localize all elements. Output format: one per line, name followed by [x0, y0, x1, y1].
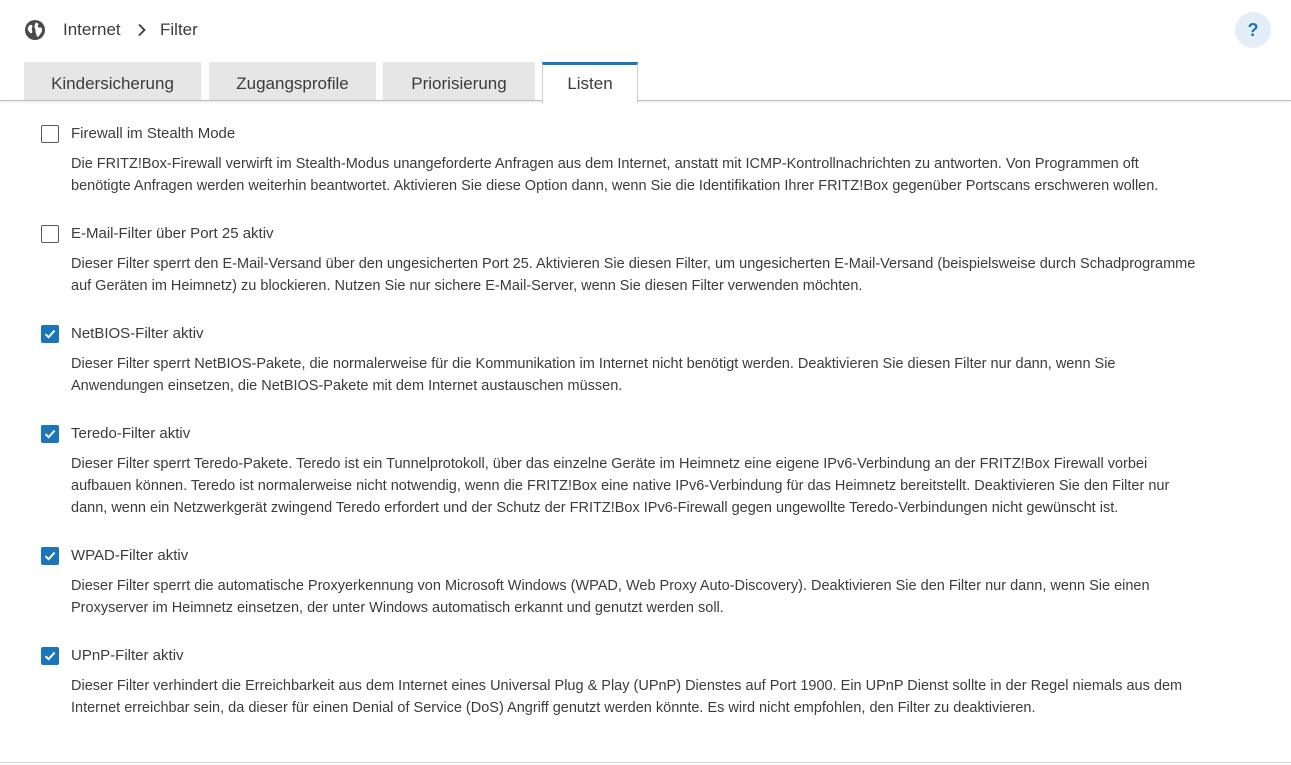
stealth-mode-description: Die FRITZ!Box-Firewall verwirft im Steal… — [71, 153, 1271, 197]
description-line: Internet erreichbar sein, da dieser für … — [71, 700, 1036, 716]
checkmark-icon — [44, 329, 56, 339]
description-line: aufbauen können. Teredo ist normalerweis… — [71, 478, 1170, 494]
upnp-filter-label[interactable]: UPnP-Filter aktiv — [71, 646, 184, 666]
breadcrumb-filter: Filter — [160, 20, 198, 39]
netbios-filter-label[interactable]: NetBIOS-Filter aktiv — [71, 324, 204, 344]
email-filter-description: Dieser Filter sperrt den E-Mail-Versand … — [71, 253, 1271, 297]
description-line: Dieser Filter sperrt den E-Mail-Versand … — [71, 256, 1196, 272]
tab-listen[interactable]: Listen — [542, 62, 638, 103]
description-line: benötigte Anfragen werden weiterhin bean… — [71, 178, 1159, 194]
teredo-filter-checkbox[interactable] — [41, 425, 59, 443]
description-line: auf Geräten im Heimnetz) zu blockieren. … — [71, 278, 863, 294]
breadcrumb-internet[interactable]: Internet — [63, 19, 121, 41]
wpad-filter-description: Dieser Filter sperrt die automatische Pr… — [71, 575, 1271, 619]
netbios-filter-description: Dieser Filter sperrt NetBIOS-Pakete, die… — [71, 353, 1271, 397]
description-line: Dieser Filter sperrt NetBIOS-Pakete, die… — [71, 356, 1116, 372]
tab-bar: Kindersicherung Zugangsprofile Priorisie… — [0, 62, 1291, 103]
checkmark-icon — [44, 429, 56, 439]
tab-divider — [0, 100, 1291, 101]
description-line: Dieser Filter sperrt die automatische Pr… — [71, 578, 1150, 594]
checkmark-icon — [44, 651, 56, 661]
checkmark-icon — [44, 551, 56, 561]
wpad-filter-label[interactable]: WPAD-Filter aktiv — [71, 546, 188, 566]
tab-kindersicherung[interactable]: Kindersicherung — [24, 62, 201, 101]
teredo-filter-description: Dieser Filter sperrt Teredo-Pakete. Tere… — [71, 453, 1271, 519]
description-line: Anwendungen einsetzen, die NetBIOS-Paket… — [71, 378, 623, 394]
tab-priorisierung[interactable]: Priorisierung — [383, 62, 535, 101]
footer-divider — [0, 762, 1291, 763]
stealth-mode-checkbox[interactable] — [41, 125, 59, 143]
email-filter-label[interactable]: E-Mail-Filter über Port 25 aktiv — [71, 224, 274, 244]
upnp-filter-checkbox[interactable] — [41, 647, 59, 665]
help-button[interactable]: ? — [1235, 12, 1271, 48]
teredo-filter-label[interactable]: Teredo-Filter aktiv — [71, 424, 190, 444]
description-line: Proxyserver im Heimnetz einsetzen, der u… — [71, 600, 724, 616]
wpad-filter-checkbox[interactable] — [41, 547, 59, 565]
header: Internet Filter ? — [0, 0, 1291, 60]
stealth-mode-label[interactable]: Firewall im Stealth Mode — [71, 124, 235, 144]
description-line: Dieser Filter sperrt Teredo-Pakete. Tere… — [71, 456, 1148, 472]
chevron-right-icon — [137, 23, 147, 37]
globe-icon — [24, 19, 46, 41]
tab-zugangsprofile[interactable]: Zugangsprofile — [209, 62, 376, 101]
description-line: Dieser Filter verhindert die Erreichbark… — [71, 678, 1183, 694]
description-line: dann, wenn ein Netzwerkgerät zwingend Te… — [71, 500, 1119, 516]
email-filter-checkbox[interactable] — [41, 225, 59, 243]
netbios-filter-checkbox[interactable] — [41, 325, 59, 343]
upnp-filter-description: Dieser Filter verhindert die Erreichbark… — [71, 675, 1271, 719]
description-line: Die FRITZ!Box-Firewall verwirft im Steal… — [71, 156, 1139, 172]
